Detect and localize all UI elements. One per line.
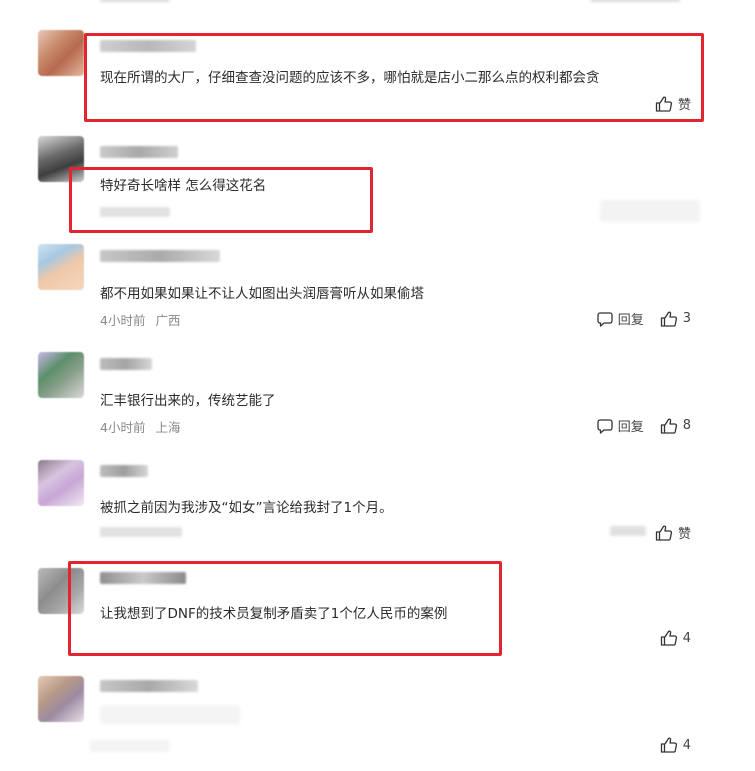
reply-button[interactable]: 回复 xyxy=(597,416,644,435)
like-count: 4 xyxy=(682,630,691,646)
like-button[interactable]: 3 xyxy=(660,311,691,327)
username[interactable] xyxy=(100,146,178,158)
reply-blurred xyxy=(610,526,646,536)
thumbs-up-icon xyxy=(660,311,678,327)
comment-actions: 赞 xyxy=(655,523,691,542)
actions-blurred xyxy=(600,200,700,222)
comment-location: 上海 xyxy=(155,420,181,435)
comment-text: 汇丰银行出来的，传统艺能了 xyxy=(100,393,276,409)
highlight-box xyxy=(69,167,373,233)
thumbs-up-icon xyxy=(660,418,678,434)
username[interactable] xyxy=(100,465,148,477)
reply-label: 回复 xyxy=(617,313,644,328)
comment-meta: 4小时前 上海 xyxy=(100,417,180,436)
previous-comment-fragment xyxy=(100,0,700,6)
like-count: 4 xyxy=(682,737,691,753)
like-button[interactable]: 4 xyxy=(660,630,691,646)
like-count: 3 xyxy=(682,311,691,326)
like-button[interactable]: 赞 xyxy=(655,523,691,542)
comment-time: 4小时前 xyxy=(100,313,146,328)
comment-location: 广西 xyxy=(155,313,181,328)
avatar[interactable] xyxy=(38,244,84,290)
comment-text-blurred xyxy=(100,706,240,724)
username[interactable] xyxy=(100,680,198,692)
comment-meta: 4小时前 广西 xyxy=(100,310,180,329)
thumbs-up-icon xyxy=(660,630,678,646)
speech-bubble-icon xyxy=(597,418,613,434)
avatar[interactable] xyxy=(38,352,84,398)
comment-actions: 回复 3 xyxy=(597,309,691,328)
like-button[interactable]: 8 xyxy=(660,418,691,434)
comment-meta xyxy=(100,527,182,537)
username[interactable] xyxy=(100,358,152,370)
thumbs-up-icon xyxy=(655,525,673,541)
username[interactable] xyxy=(100,250,220,262)
avatar[interactable] xyxy=(38,460,84,506)
comment-text: 都不用如果如果让不让人如图出头润唇膏听从如果偷塔 xyxy=(100,286,424,302)
reply-button[interactable]: 回复 xyxy=(597,309,644,328)
avatar[interactable] xyxy=(38,676,84,722)
thumbs-up-icon xyxy=(660,737,678,753)
comment-actions: 4 xyxy=(660,737,691,753)
comment-time: 4小时前 xyxy=(100,420,146,435)
comment-actions: 回复 8 xyxy=(597,416,691,435)
comment-actions: 4 xyxy=(660,630,691,646)
reply-label: 回复 xyxy=(617,420,644,435)
comment-meta-blurred xyxy=(90,740,170,752)
like-count: 8 xyxy=(682,418,691,433)
highlight-box xyxy=(68,561,502,656)
speech-bubble-icon xyxy=(597,311,613,327)
highlight-box xyxy=(84,33,704,122)
avatar[interactable] xyxy=(38,30,84,76)
like-button[interactable]: 4 xyxy=(660,737,691,753)
comment-text: 被抓之前因为我涉及“如女”言论给我封了1个月。 xyxy=(100,500,393,516)
like-label: 赞 xyxy=(677,527,691,542)
